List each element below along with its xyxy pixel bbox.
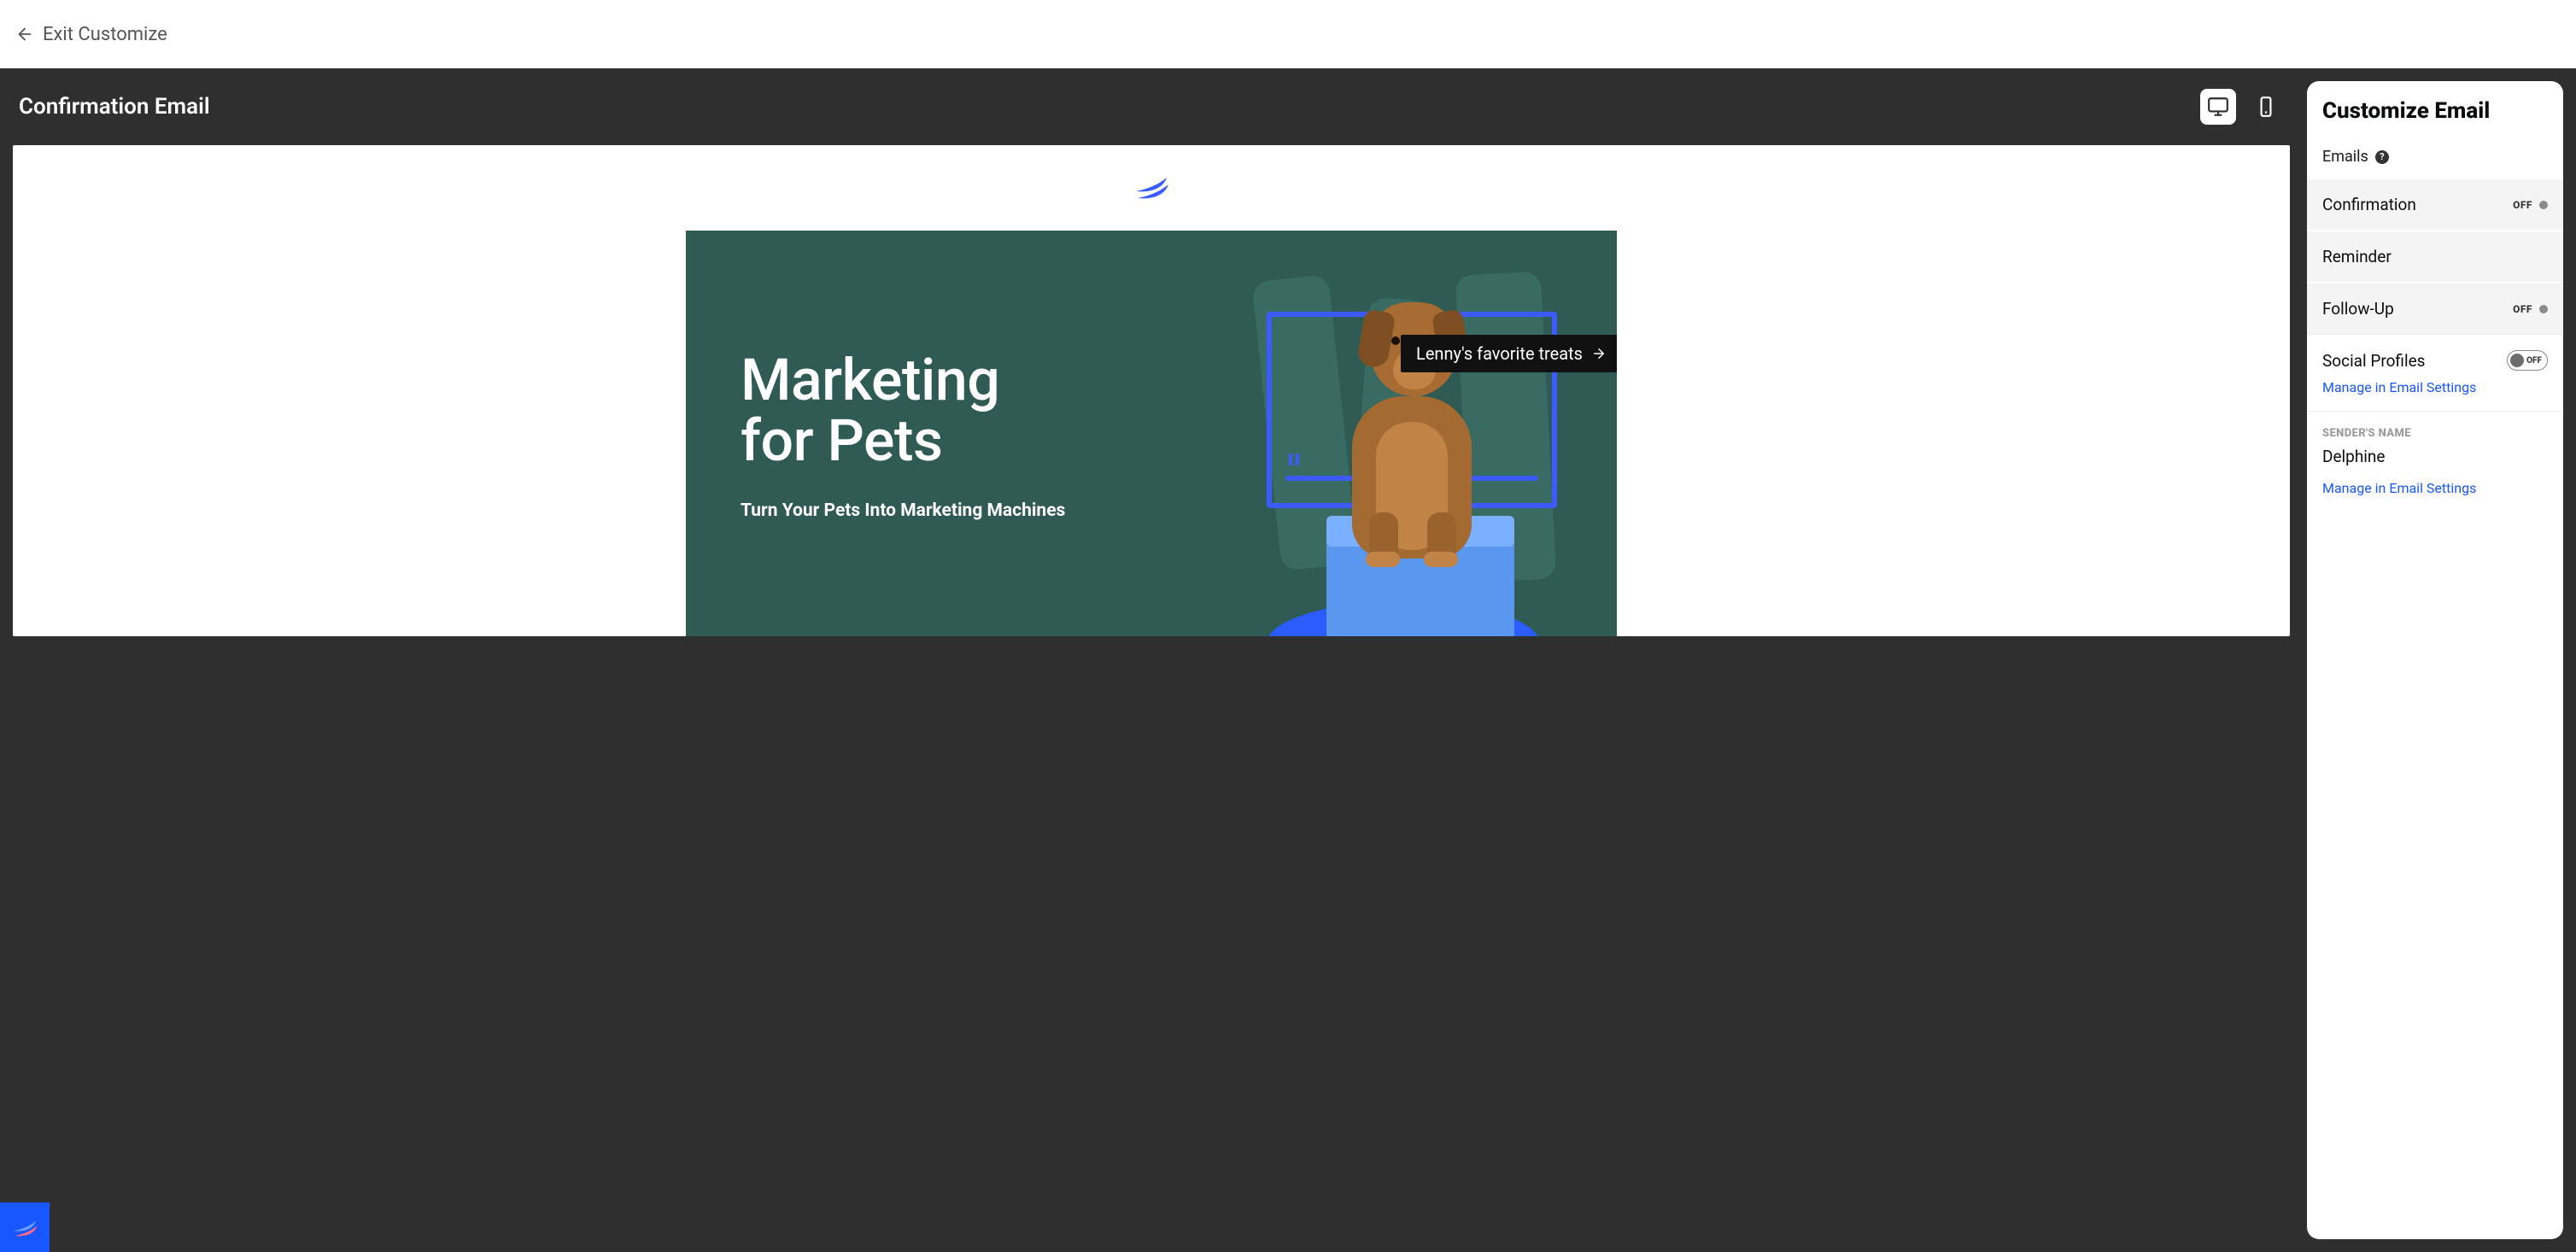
help-icon[interactable]: ?: [2375, 150, 2389, 164]
preview-header: Confirmation Email: [0, 68, 2576, 145]
social-toggle[interactable]: OFF: [2507, 350, 2548, 371]
email-row-label: Confirmation: [2322, 195, 2416, 214]
topbar: Exit Customize: [0, 0, 2576, 68]
desktop-icon: [2207, 96, 2229, 118]
email-row-confirmation[interactable]: Confirmation OFF: [2307, 178, 2563, 230]
email-hero: Marketing for Pets Turn Your Pets Into M…: [686, 231, 1617, 636]
arrow-left-icon: [15, 25, 34, 44]
desktop-view-button[interactable]: [2200, 89, 2236, 125]
exit-customize-button[interactable]: Exit Customize: [15, 24, 167, 45]
arrow-right-icon: [1591, 346, 1607, 361]
customize-panel: Customize Email Emails ? Confirmation OF…: [2307, 81, 2563, 1239]
brand-swoosh-icon: [10, 1216, 39, 1238]
email-preview-canvas: Marketing for Pets Turn Your Pets Into M…: [13, 145, 2290, 636]
social-profiles-block: Social Profiles OFF Manage in Email Sett…: [2307, 334, 2563, 411]
email-logo-strip: [686, 145, 1617, 231]
sender-section-label: SENDER'S NAME: [2322, 427, 2548, 440]
email-row-label: Follow-Up: [2322, 299, 2394, 319]
hero-headline: Marketing for Pets: [741, 350, 1065, 472]
corner-brand-badge[interactable]: [0, 1202, 50, 1252]
hero-illustration: [1190, 231, 1600, 636]
sender-name: Delphine: [2322, 447, 2548, 466]
exit-customize-label: Exit Customize: [43, 24, 167, 45]
workspace: Confirmation Email Marketing for P: [0, 68, 2576, 1252]
email-row-reminder[interactable]: Reminder: [2307, 230, 2563, 282]
preview-title: Confirmation Email: [19, 94, 210, 120]
social-manage-link[interactable]: Manage in Email Settings: [2322, 379, 2476, 395]
treats-label: Lenny's favorite treats: [1416, 343, 1583, 364]
status-badge: OFF: [2513, 199, 2548, 211]
treats-callout[interactable]: Lenny's favorite treats: [1401, 335, 1617, 372]
sender-manage-link[interactable]: Manage in Email Settings: [2322, 480, 2476, 496]
brand-logo-icon: [1133, 171, 1170, 205]
social-title: Social Profiles: [2322, 351, 2425, 371]
status-badge: OFF: [2513, 303, 2548, 315]
mobile-icon: [2255, 96, 2277, 118]
mobile-view-button[interactable]: [2248, 89, 2284, 125]
emails-section-label: Emails ?: [2307, 132, 2563, 178]
device-toggles: [2200, 89, 2284, 125]
panel-title: Customize Email: [2307, 81, 2563, 132]
sender-block: SENDER'S NAME Delphine Manage in Email S…: [2307, 411, 2563, 512]
email-row-label: Reminder: [2322, 247, 2392, 266]
email-row-followup[interactable]: Follow-Up OFF: [2307, 282, 2563, 334]
hero-subhead: Turn Your Pets Into Marketing Machines: [741, 500, 1065, 521]
